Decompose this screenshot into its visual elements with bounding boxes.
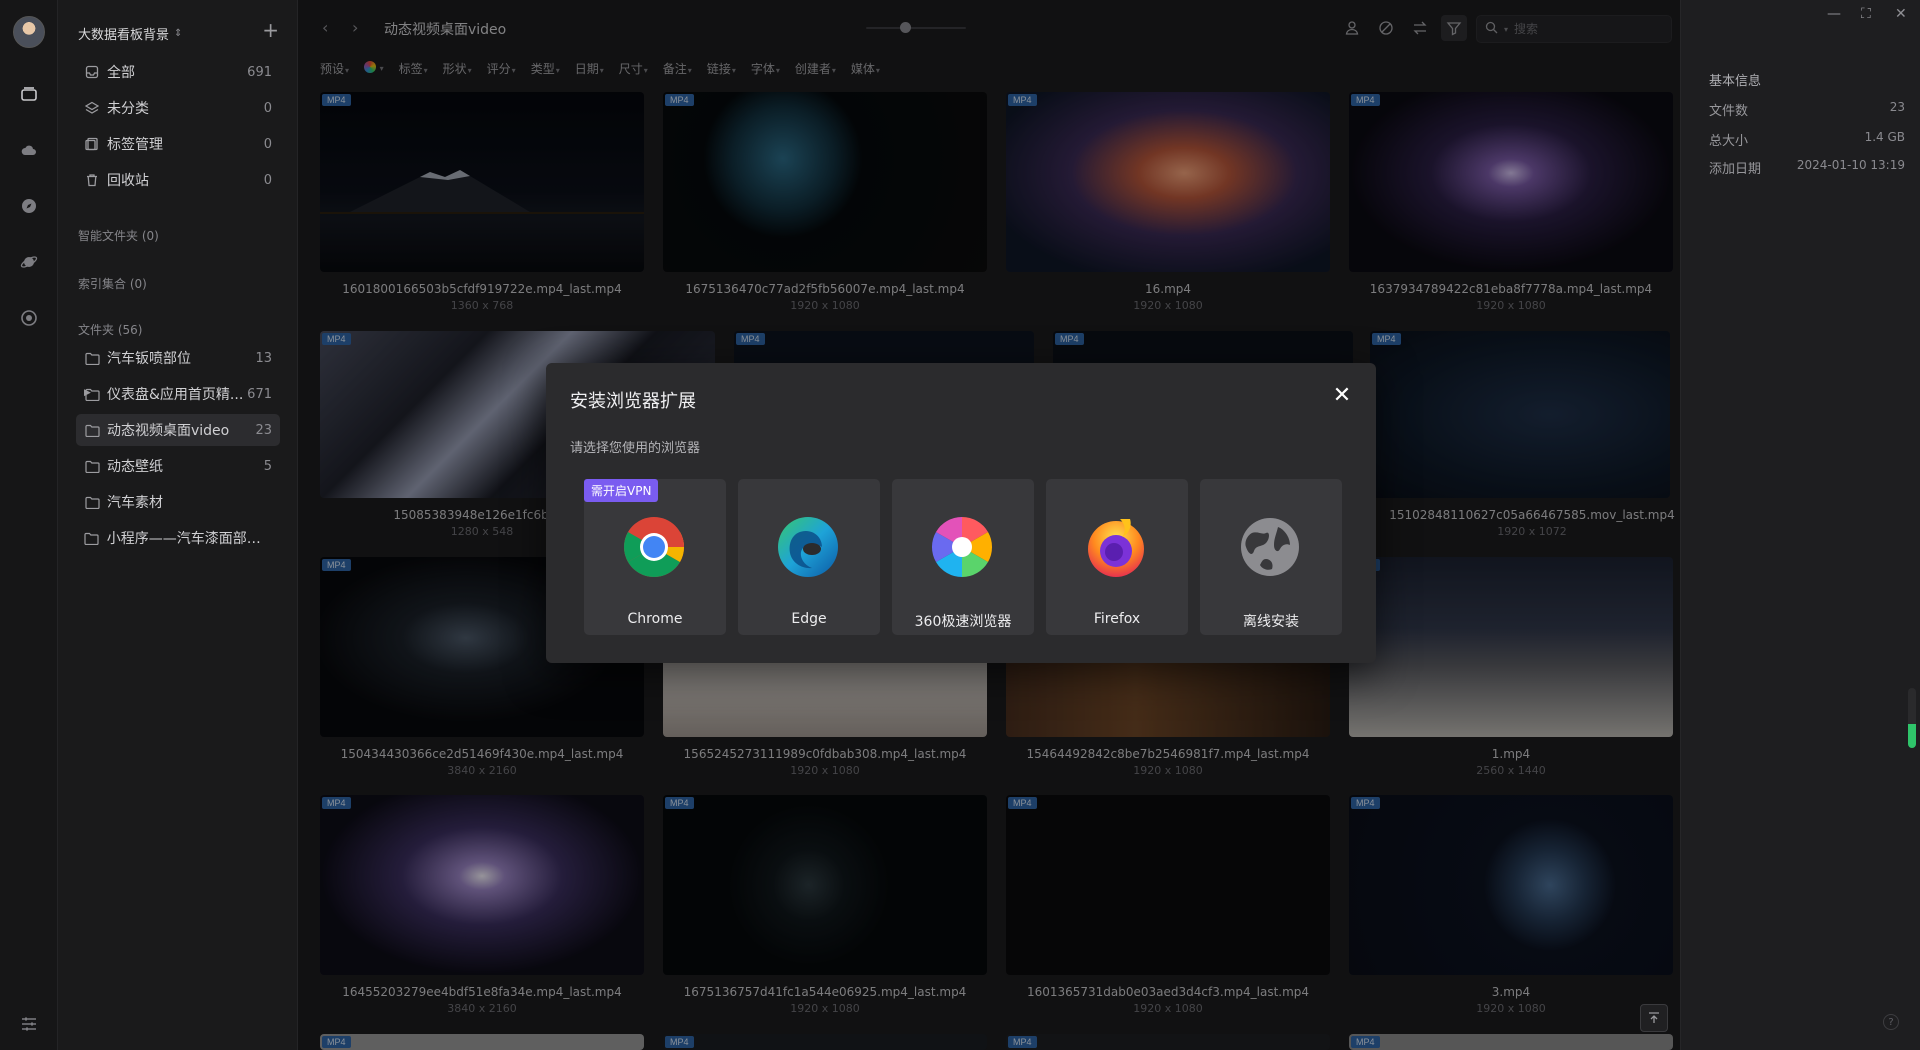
nav-label: 未分类 [107, 101, 149, 117]
folder-label: 仪表盘&应用首页精... [107, 387, 244, 403]
info-key: 文件数 [1709, 104, 1749, 119]
folder-item-selected[interactable]: 动态视频桌面video 23 [76, 414, 280, 446]
sidebar: 大数据看板背景 ⇕ + 全部 691 未分类 0 标签管理 0 回收站 0 智能… [58, 0, 298, 1050]
close-icon[interactable]: ✕ [1332, 385, 1352, 407]
info-row: 添加日期 2024-01-10 13:19 [1709, 158, 1905, 177]
info-row: 总大小 1.4 GB [1709, 130, 1905, 149]
browser-option-firefox[interactable]: Firefox [1046, 479, 1188, 635]
info-title: 基本信息 [1709, 74, 1762, 89]
chevron-updown-icon: ⇕ [174, 28, 183, 39]
nav-label: 标签管理 [107, 137, 163, 153]
info-value: 2024-01-10 13:19 [1796, 158, 1905, 172]
folder-icon [84, 422, 100, 438]
dialog-title: 安装浏览器扩展 [570, 391, 696, 412]
info-key: 总大小 [1709, 134, 1749, 149]
add-icon[interactable]: + [262, 20, 279, 40]
info-value: 1.4 GB [1864, 130, 1905, 144]
trash-icon [84, 172, 100, 188]
folder-label: 动态视频桌面video [107, 423, 230, 439]
edge-icon [778, 517, 838, 577]
folder-count: 671 [247, 386, 272, 402]
folder-label: 小程序——汽车漆面部位... [106, 531, 272, 547]
folder-item[interactable]: 汽车素材 [76, 486, 280, 518]
scrollbar[interactable] [1908, 688, 1916, 748]
folder-label: 动态壁纸 [107, 459, 163, 475]
library-icon[interactable] [0, 74, 58, 114]
nav-label: 回收站 [107, 173, 149, 189]
info-value: 23 [1889, 100, 1905, 114]
nav-all[interactable]: 全部 691 [76, 56, 280, 88]
library-name: 大数据看板背景 [78, 28, 170, 43]
nav-tags[interactable]: 标签管理 0 [76, 128, 280, 160]
folder-icon [84, 458, 100, 474]
info-key: 添加日期 [1709, 162, 1762, 177]
browser-option-chrome[interactable]: 需开启VPN Chrome [584, 479, 726, 635]
folder-icon [84, 494, 100, 510]
browser-label: Chrome [627, 611, 683, 627]
browser-option-360[interactable]: 360极速浏览器 [892, 479, 1034, 635]
browser-label: Edge [791, 611, 827, 627]
browser-label: 离线安装 [1243, 614, 1299, 630]
browser-option-edge[interactable]: Edge [738, 479, 880, 635]
maximize-icon[interactable]: ⛶ [1861, 6, 1871, 22]
help-icon[interactable]: ? [1883, 1014, 1899, 1030]
nav-label: 全部 [107, 65, 135, 81]
nav-count: 0 [263, 100, 272, 116]
globe-icon [1241, 518, 1299, 576]
expand-caret-icon[interactable]: ▶ [84, 388, 91, 398]
nav-uncategorized[interactable]: 未分类 0 [76, 92, 280, 124]
folder-item[interactable]: 小程序——汽车漆面部位... [76, 522, 280, 554]
minimize-icon[interactable]: — [1827, 6, 1841, 22]
firefox-icon [1088, 519, 1144, 577]
folder-item[interactable]: ▶ 仪表盘&应用首页精... 671 [76, 378, 280, 410]
folder-count: 13 [255, 350, 272, 366]
tags-icon [84, 136, 100, 152]
folder-count: 5 [263, 458, 272, 474]
info-panel: — ⛶ ✕ 基本信息 文件数 23 总大小 1.4 GB 添加日期 2024-0… [1680, 0, 1920, 1050]
browser-label: Firefox [1093, 611, 1141, 627]
planet-icon[interactable] [19, 252, 39, 272]
back-to-top-icon[interactable] [1640, 1004, 1668, 1032]
folder-label: 汽车钣喷部位 [107, 351, 191, 367]
layers-icon [84, 100, 100, 116]
chrome-icon [624, 517, 685, 577]
settings-sliders-icon[interactable] [19, 1014, 39, 1034]
folders-title[interactable]: 文件夹 (56) [78, 321, 142, 338]
inbox-icon [84, 64, 100, 80]
smart-folders-title[interactable]: 智能文件夹 (0) [78, 227, 159, 244]
browser-option-offline[interactable]: 离线安装 [1200, 479, 1342, 635]
folder-icon [84, 530, 100, 546]
folder-count: 23 [255, 422, 272, 438]
browser-label: 360极速浏览器 [914, 614, 1012, 630]
nav-trash[interactable]: 回收站 0 [76, 164, 280, 196]
dialog-subtitle: 请选择您使用的浏览器 [570, 441, 701, 456]
folder-icon [84, 350, 100, 366]
nav-count: 691 [247, 64, 272, 80]
folder-item[interactable]: 汽车钣喷部位 13 [76, 342, 280, 374]
library-switcher[interactable]: 大数据看板背景 ⇕ [78, 24, 182, 43]
window-close-icon[interactable]: ✕ [1895, 6, 1907, 22]
vpn-required-badge: 需开启VPN [584, 479, 659, 502]
360-browser-icon [931, 517, 993, 577]
index-collections-title[interactable]: 索引集合 (0) [78, 275, 147, 292]
info-row: 文件数 23 [1709, 100, 1905, 119]
avatar[interactable] [13, 16, 45, 48]
folder-label: 汽车素材 [107, 495, 163, 511]
app-rail [0, 0, 58, 1050]
install-extension-dialog: 安装浏览器扩展 ✕ 请选择您使用的浏览器 需开启VPN Chrome Edge [546, 363, 1376, 663]
nav-count: 0 [263, 172, 272, 188]
plugin-icon[interactable] [19, 308, 39, 328]
nav-count: 0 [263, 136, 272, 152]
folder-item[interactable]: 动态壁纸 5 [76, 450, 280, 482]
cloud-icon[interactable] [19, 140, 39, 160]
compass-icon[interactable] [19, 196, 39, 216]
